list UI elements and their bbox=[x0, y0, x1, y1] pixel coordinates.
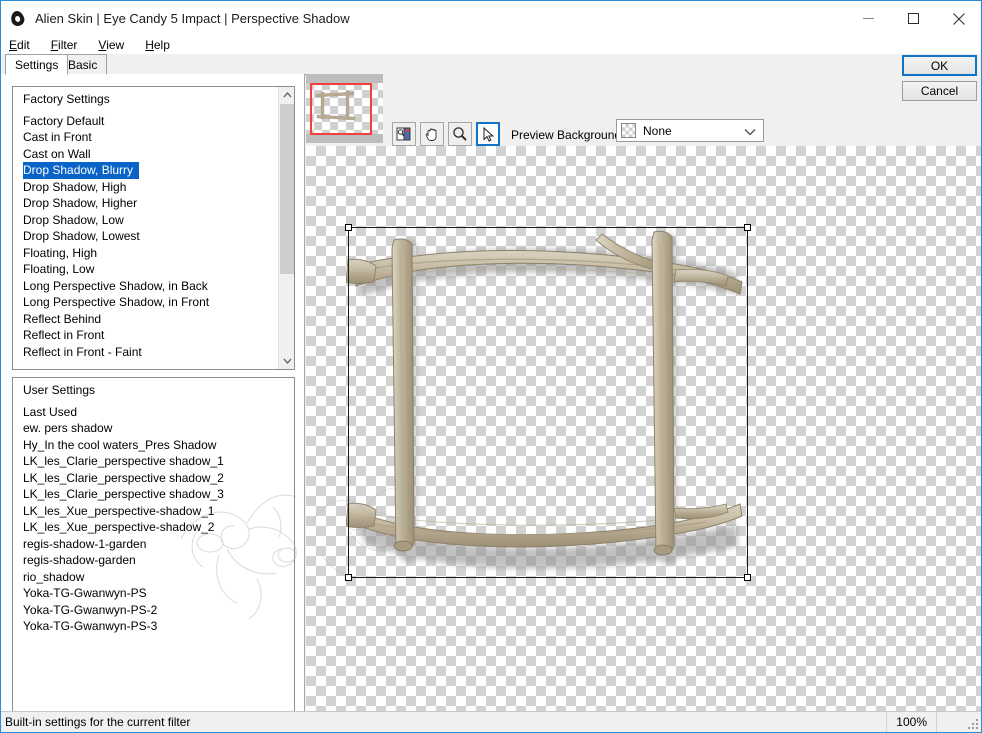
list-item[interactable]: Yoka-TG-Gwanwyn-PS-3 bbox=[13, 618, 294, 635]
factory-list-header: Factory Settings bbox=[23, 92, 110, 106]
list-item[interactable]: LK_les_Clarie_perspective shadow_1 bbox=[13, 453, 294, 470]
menu-item-filter[interactable]: Filter bbox=[51, 38, 78, 52]
navigator-bottom-bar bbox=[306, 134, 383, 143]
list-item[interactable]: Yoka-TG-Gwanwyn-PS bbox=[13, 585, 294, 602]
list-item-selected-row: Drop Shadow, Blurry bbox=[13, 162, 278, 179]
factory-settings-list[interactable]: Factory Settings Factory Default Cast in… bbox=[12, 86, 295, 370]
zoom-level-indicator: 100% bbox=[886, 712, 937, 732]
close-icon[interactable] bbox=[936, 1, 981, 36]
status-message: Built-in settings for the current filter bbox=[5, 715, 191, 729]
list-item[interactable]: LK_les_Xue_perspective-shadow_1 bbox=[13, 503, 294, 520]
list-item[interactable]: LK_les_Xue_perspective-shadow_2 bbox=[13, 519, 294, 536]
scroll-up-icon[interactable] bbox=[279, 87, 294, 103]
menu-item-edit[interactable]: Edit bbox=[9, 38, 30, 52]
arrow-icon[interactable] bbox=[476, 122, 500, 146]
title-bar: Alien Skin | Eye Candy 5 Impact | Perspe… bbox=[1, 1, 981, 36]
list-item[interactable]: Floating, High bbox=[13, 245, 278, 262]
user-settings-list[interactable]: User Settings Last Used ew. pers shadow … bbox=[12, 377, 295, 712]
list-item[interactable]: Long Perspective Shadow, in Back bbox=[13, 278, 278, 295]
list-item[interactable]: Cast on Wall bbox=[13, 146, 278, 163]
cancel-button[interactable]: Cancel bbox=[902, 81, 977, 101]
ok-button[interactable]: OK bbox=[902, 55, 977, 76]
settings-panel: Factory Settings Factory Default Cast in… bbox=[1, 74, 305, 712]
resize-grip-icon[interactable] bbox=[966, 717, 978, 729]
list-item[interactable]: Floating, Low bbox=[13, 261, 278, 278]
list-item[interactable]: ew. pers shadow bbox=[13, 420, 294, 437]
selection-handle-bottom-left[interactable] bbox=[345, 574, 352, 581]
selection-handle-top-left[interactable] bbox=[345, 224, 352, 231]
list-item[interactable]: Reflect in Front - Faint bbox=[13, 344, 278, 361]
hand-icon[interactable] bbox=[420, 122, 444, 146]
list-item[interactable]: regis-shadow-garden bbox=[13, 552, 294, 569]
list-item-selected[interactable]: Drop Shadow, Blurry bbox=[23, 162, 140, 179]
menu-item-help[interactable]: Help bbox=[145, 38, 170, 52]
list-item[interactable]: Long Perspective Shadow, in Front bbox=[13, 294, 278, 311]
plugin-window: Alien Skin | Eye Candy 5 Impact | Perspe… bbox=[0, 0, 982, 733]
scrollbar-thumb[interactable] bbox=[280, 104, 294, 274]
list-item[interactable]: Last Used bbox=[13, 404, 294, 421]
chevron-down-icon[interactable] bbox=[744, 125, 756, 139]
selection-handle-bottom-right[interactable] bbox=[744, 574, 751, 581]
selection-handle-top-right[interactable] bbox=[744, 224, 751, 231]
window-title: Alien Skin | Eye Candy 5 Impact | Perspe… bbox=[35, 11, 350, 26]
list-item[interactable]: Drop Shadow, Lowest bbox=[13, 228, 278, 245]
list-item[interactable]: Drop Shadow, Low bbox=[13, 212, 278, 229]
navigator-top-bar bbox=[306, 74, 383, 83]
list-item[interactable]: LK_les_Clarie_perspective shadow_2 bbox=[13, 470, 294, 487]
list-item[interactable]: Factory Default bbox=[13, 113, 278, 130]
factory-list-items: Factory Settings Factory Default Cast in… bbox=[13, 87, 278, 369]
preview-canvas[interactable] bbox=[306, 146, 981, 712]
droplet-icon bbox=[9, 8, 27, 28]
menu-item-view[interactable]: View bbox=[98, 38, 124, 52]
list-item[interactable]: rio_shadow bbox=[13, 569, 294, 586]
list-item[interactable]: Cast in Front bbox=[13, 129, 278, 146]
preview-panel: Preview Background: None bbox=[306, 74, 981, 712]
list-item[interactable]: Reflect in Front bbox=[13, 327, 278, 344]
list-item[interactable]: Reflect Behind bbox=[13, 311, 278, 328]
list-item[interactable]: Yoka-TG-Gwanwyn-PS-2 bbox=[13, 602, 294, 619]
preview-background-select[interactable]: None bbox=[616, 119, 764, 142]
list-item[interactable]: Drop Shadow, High bbox=[13, 179, 278, 196]
factory-list-scrollbar[interactable] bbox=[278, 87, 294, 369]
list-item[interactable]: Hy_In the cool waters_Pres Shadow bbox=[13, 437, 294, 454]
tab-settings[interactable]: Settings bbox=[5, 54, 69, 75]
list-item[interactable]: regis-shadow-1-garden bbox=[13, 536, 294, 553]
tab-strip: Settings Basic bbox=[1, 54, 981, 75]
menu-bar: Edit Filter View Help bbox=[1, 36, 981, 54]
magnifier-icon[interactable] bbox=[448, 122, 472, 146]
maximize-icon[interactable] bbox=[891, 1, 936, 36]
user-list-header: User Settings bbox=[23, 383, 96, 397]
status-bar: Built-in settings for the current filter… bbox=[1, 711, 981, 732]
minimize-icon[interactable] bbox=[846, 1, 891, 36]
checkerboard-swatch-icon bbox=[621, 123, 636, 138]
scroll-down-icon[interactable] bbox=[279, 353, 294, 369]
user-list-items: User Settings Last Used ew. pers shadow … bbox=[13, 378, 294, 712]
selection-rectangle[interactable] bbox=[345, 224, 751, 581]
preview-background-label: Preview Background: bbox=[511, 128, 625, 142]
navigator-viewport-rect[interactable] bbox=[310, 83, 372, 135]
list-item[interactable]: Drop Shadow, Higher bbox=[13, 195, 278, 212]
window-controls bbox=[846, 1, 981, 36]
eyedropper-icon[interactable] bbox=[392, 122, 416, 146]
preview-background-value: None bbox=[643, 123, 672, 138]
list-item[interactable]: LK_les_Clarie_perspective shadow_3 bbox=[13, 486, 294, 503]
navigator-thumbnail[interactable] bbox=[306, 74, 383, 143]
